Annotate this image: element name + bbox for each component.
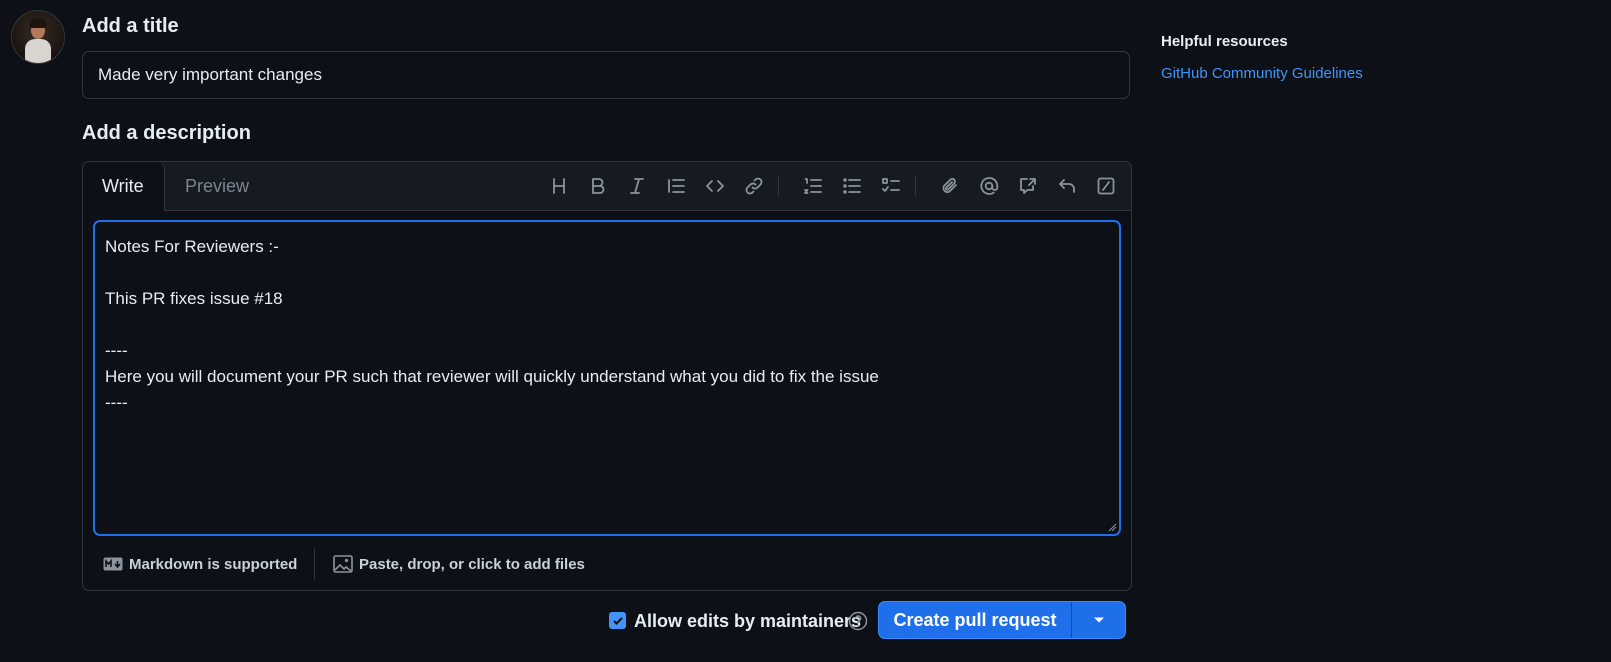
description-label: Add a description (82, 122, 251, 144)
markdown-note: Markdown is supported (129, 555, 298, 573)
editor-tabbar: Write Preview (83, 162, 1131, 211)
text-line (105, 312, 1109, 338)
title-input[interactable] (82, 51, 1130, 99)
attach-files-button[interactable]: Paste, drop, or click to add files (333, 538, 585, 590)
resize-handle-icon[interactable] (1108, 523, 1117, 532)
allow-edits-label: Allow edits by maintainers (634, 611, 862, 631)
text-line (105, 260, 1109, 286)
create-options-dropdown[interactable] (1072, 602, 1126, 638)
unordered-list-icon[interactable] (836, 170, 868, 202)
avatar[interactable] (11, 10, 65, 64)
help-icon[interactable] (848, 611, 868, 631)
description-textarea[interactable]: Notes For Reviewers :- This PR fixes iss… (93, 220, 1121, 536)
helpful-resources: Helpful resources GitHub Community Guide… (1161, 33, 1561, 82)
numbered-list-icon[interactable] (797, 170, 829, 202)
link-icon[interactable] (738, 170, 770, 202)
text-line: Here you will document your PR such that… (105, 367, 879, 386)
reply-icon[interactable] (1051, 170, 1083, 202)
attach-note: Paste, drop, or click to add files (359, 555, 585, 573)
image-icon (333, 555, 353, 573)
tab-write[interactable]: Write (83, 162, 165, 211)
heading-icon[interactable] (543, 170, 575, 202)
bold-icon[interactable] (582, 170, 614, 202)
markdown-toolbar (531, 170, 1131, 202)
create-pull-request-button[interactable]: Create pull request (878, 601, 1126, 639)
title-label: Add a title (82, 15, 179, 37)
create-pull-request-label: Create pull request (893, 610, 1057, 630)
text-line: ---- (105, 341, 128, 360)
italic-icon[interactable] (621, 170, 653, 202)
form-actions: Allow edits by maintainers Create pull r… (82, 601, 1132, 641)
attach-icon[interactable] (934, 170, 966, 202)
avatar-hair (29, 18, 47, 28)
code-icon[interactable] (699, 170, 731, 202)
markdown-icon (103, 557, 123, 571)
resources-heading: Helpful resources (1161, 33, 1288, 50)
quote-icon[interactable] (660, 170, 692, 202)
text-line: ---- (105, 393, 128, 412)
markdown-supported-link[interactable]: Markdown is supported (103, 538, 297, 590)
checkmark-icon (612, 616, 623, 625)
task-list-icon[interactable] (875, 170, 907, 202)
cross-reference-icon[interactable] (1012, 170, 1044, 202)
text-line: This PR fixes issue #18 (105, 289, 283, 308)
editor-footer: Markdown is supported Paste, drop, or cl… (83, 538, 1131, 590)
chevron-down-icon (1094, 617, 1104, 623)
allow-edits-checkbox[interactable] (609, 612, 626, 629)
description-editor: Write Preview Notes For Reviewers:- Thi… (82, 161, 1132, 591)
toolbar-separator (915, 176, 916, 196)
slash-commands-icon[interactable] (1090, 170, 1122, 202)
text-line: Notes For Reviewers :- (105, 237, 279, 256)
tab-preview[interactable]: Preview (165, 162, 269, 210)
community-guidelines-link[interactable]: GitHub Community Guidelines (1161, 65, 1561, 82)
toolbar-separator (778, 176, 779, 196)
mention-icon[interactable] (973, 170, 1005, 202)
avatar-shirt (25, 39, 51, 63)
footer-separator (314, 548, 315, 580)
